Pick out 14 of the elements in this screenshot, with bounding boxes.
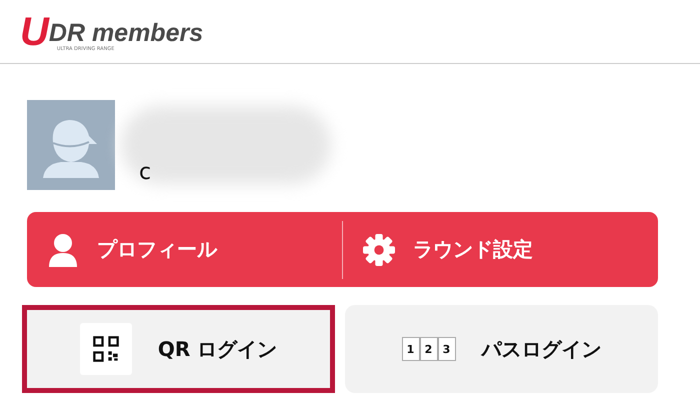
logo-text: DR members [48, 20, 204, 46]
avatar-icon [27, 100, 115, 190]
user-name: c [139, 160, 152, 185]
digit-key: 1 [402, 337, 420, 361]
action-button[interactable]: ラウンド設定 [343, 212, 658, 287]
login-button[interactable]: QR ログイン [22, 305, 335, 393]
digit-key: 2 [420, 337, 438, 361]
person-icon [47, 232, 79, 266]
digit-key: 3 [438, 337, 456, 361]
logo-letter: U [20, 12, 49, 52]
login-button[interactable]: 1 2 3 パスログイン [345, 305, 658, 393]
settings-icon [363, 232, 395, 266]
action-button[interactable]: プロフィール [27, 212, 342, 287]
qr-code-icon [80, 323, 132, 375]
